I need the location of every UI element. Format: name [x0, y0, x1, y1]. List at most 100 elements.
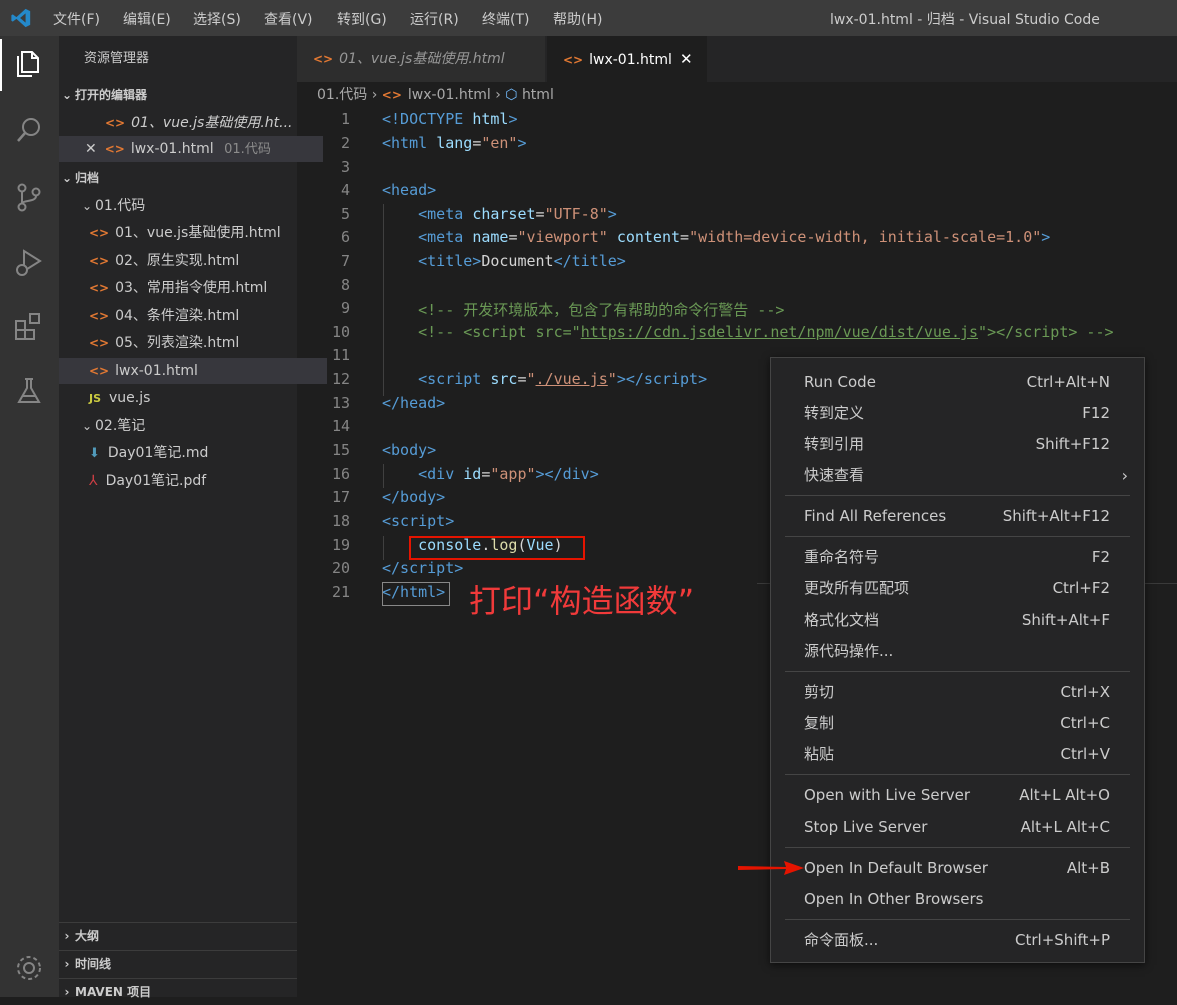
menu-find-all-references[interactable]: Find All References Shift+Alt+F12 — [771, 501, 1144, 532]
file-item[interactable]: <> 01、vue.js基础使用.html — [59, 220, 327, 246]
menu-change-all-occurrences[interactable]: 更改所有匹配项 Ctrl+F2 — [771, 573, 1144, 604]
file-item-active[interactable]: <> lwx-01.html — [59, 358, 327, 384]
menu-go[interactable]: 转到(G) — [337, 9, 387, 29]
menu-view[interactable]: 查看(V) — [264, 9, 313, 29]
file-item[interactable]: JS vue.js — [59, 385, 327, 411]
line-number: 10 — [331, 323, 350, 341]
menu-label: 格式化文档 — [804, 611, 880, 629]
settings-gear-icon[interactable] — [12, 951, 46, 985]
menu-open-live-server[interactable]: Open with Live Server Alt+L Alt+O — [771, 780, 1144, 811]
active-indicator — [0, 39, 2, 91]
breadcrumb-file[interactable]: lwx-01.html — [408, 87, 491, 103]
explorer-icon[interactable] — [12, 46, 46, 80]
menu-label: 更改所有匹配项 — [804, 579, 910, 597]
menu-help[interactable]: 帮助(H) — [553, 9, 602, 29]
menu-cut[interactable]: 剪切 Ctrl+X — [771, 677, 1144, 708]
close-icon[interactable]: ✕ — [680, 50, 693, 68]
source-control-icon[interactable] — [12, 180, 46, 214]
timeline-section[interactable]: › 时间线 — [59, 950, 297, 977]
vscode-logo-icon[interactable] — [10, 7, 32, 29]
menu-command-palette[interactable]: 命令面板... Ctrl+Shift+P — [771, 925, 1144, 956]
menu-shortcut: Ctrl+C — [1060, 714, 1110, 732]
menu-shortcut: Ctrl+Shift+P — [1015, 931, 1110, 949]
code-line: </body> — [382, 488, 446, 506]
pdf-file-icon: ⅄ — [89, 473, 98, 489]
outline-section[interactable]: › 大纲 — [59, 922, 297, 949]
sidebar-title: 资源管理器 — [84, 51, 150, 66]
html-file-icon: <> — [104, 142, 125, 156]
menu-edit[interactable]: 编辑(E) — [123, 9, 171, 29]
menu-format-document[interactable]: 格式化文档 Shift+Alt+F — [771, 605, 1144, 636]
chevron-right-icon: › — [64, 957, 70, 971]
code-line: <!-- 开发环境版本，包含了有帮助的命令行警告 --> — [418, 301, 785, 319]
menu-separator — [785, 495, 1130, 496]
folder-item[interactable]: ⌄ 01.代码 — [59, 193, 317, 219]
breadcrumb-symbol[interactable]: html — [522, 87, 554, 103]
file-item[interactable]: <> 03、常用指令使用.html — [59, 275, 327, 301]
menu-paste[interactable]: 粘贴 Ctrl+V — [771, 739, 1144, 770]
menu-shortcut: Shift+Alt+F — [1021, 611, 1110, 629]
menu-label: 源代码操作... — [804, 642, 894, 660]
line-number: 14 — [331, 417, 350, 435]
menu-terminal[interactable]: 终端(T) — [482, 9, 529, 29]
menu-selection[interactable]: 选择(S) — [193, 9, 241, 29]
tab-label: 01、vue.js基础使用.html — [339, 51, 505, 67]
open-editor-item-active[interactable]: ✕ <> lwx-01.html 01.代码 — [59, 136, 323, 162]
menu-label: Stop Live Server — [804, 818, 928, 836]
code-line: <title>Document</title> — [418, 252, 626, 270]
menu-go-to-references[interactable]: 转到引用 Shift+F12 — [771, 429, 1144, 460]
menu-file[interactable]: 文件(F) — [53, 9, 100, 29]
menu-open-other-browsers[interactable]: Open In Other Browsers — [771, 884, 1144, 915]
testing-icon[interactable] — [12, 374, 46, 408]
menu-label: Open with Live Server — [804, 786, 971, 804]
file-item[interactable]: <> 02、原生实现.html — [59, 248, 327, 274]
workspace-label: 归档 — [75, 171, 100, 185]
code-line: <meta charset="UTF-8"> — [418, 205, 617, 223]
tab-lwx-01[interactable]: <> lwx-01.html ✕ — [547, 36, 707, 82]
tab-vue-basics[interactable]: <> 01、vue.js基础使用.html — [297, 36, 545, 82]
close-icon[interactable]: ✕ — [85, 141, 97, 157]
menu-source-action[interactable]: 源代码操作... — [771, 636, 1144, 667]
menu-run-code[interactable]: Run Code Ctrl+Alt+N — [771, 367, 1144, 398]
extensions-icon[interactable] — [12, 309, 46, 343]
section-label: 大纲 — [75, 929, 100, 943]
file-item[interactable]: <> 04、条件渲染.html — [59, 303, 327, 329]
chevron-right-icon: › — [371, 87, 382, 103]
menu-stop-live-server[interactable]: Stop Live Server Alt+L Alt+C — [771, 812, 1144, 843]
maven-section[interactable]: › MAVEN 项目 — [59, 978, 297, 1005]
menu-rename-symbol[interactable]: 重命名符号 F2 — [771, 542, 1144, 573]
menu-peek[interactable]: 快速查看 › — [771, 460, 1144, 491]
folder-label: 02.笔记 — [95, 418, 146, 434]
menu-go-to-definition[interactable]: 转到定义 F12 — [771, 398, 1144, 429]
explorer-sidebar: 资源管理器 ⌄ 打开的编辑器 <> 01、vue.js基础使用.ht... ✕ <> l… — [59, 36, 327, 999]
line-number: 21 — [331, 583, 350, 601]
html-file-icon: <> — [89, 364, 110, 378]
line-number: 5 — [340, 205, 350, 223]
menu-shortcut: Ctrl+F2 — [1052, 579, 1110, 597]
menu-shortcut: F12 — [1082, 404, 1110, 422]
breadcrumb-folder[interactable]: 01.代码 — [317, 87, 367, 103]
menu-open-default-browser[interactable]: Open In Default Browser Alt+B — [771, 853, 1144, 884]
window-title: lwx-01.html - 归档 - Visual Studio Code — [830, 12, 1100, 28]
file-item[interactable]: ⅄ Day01笔记.pdf — [59, 468, 327, 494]
menu-label: 粘贴 — [804, 745, 835, 763]
run-debug-icon[interactable] — [12, 245, 46, 279]
line-number: 3 — [340, 158, 350, 176]
code-line: <script> — [382, 512, 455, 530]
bracket-match-box — [382, 582, 450, 606]
menu-shortcut: F2 — [1091, 548, 1110, 566]
menu-run[interactable]: 运行(R) — [410, 9, 459, 29]
menu-separator — [785, 847, 1130, 848]
folder-item[interactable]: ⌄ 02.笔记 — [59, 413, 317, 439]
line-number: 15 — [331, 441, 350, 459]
menu-copy[interactable]: 复制 Ctrl+C — [771, 708, 1144, 739]
line-number: 4 — [340, 181, 350, 199]
file-item[interactable]: <> 05、列表渲染.html — [59, 330, 327, 356]
file-label: 04、条件渲染.html — [115, 308, 240, 324]
code-line: <meta name="viewport" content="width=dev… — [418, 228, 1051, 246]
workspace-header[interactable]: ⌄ 归档 — [59, 165, 297, 191]
open-editors-header[interactable]: ⌄ 打开的编辑器 — [59, 82, 297, 108]
file-item[interactable]: ⬇ Day01笔记.md — [59, 440, 327, 466]
menu-shortcut: Alt+L Alt+C — [1020, 818, 1110, 836]
search-icon[interactable] — [12, 113, 46, 147]
